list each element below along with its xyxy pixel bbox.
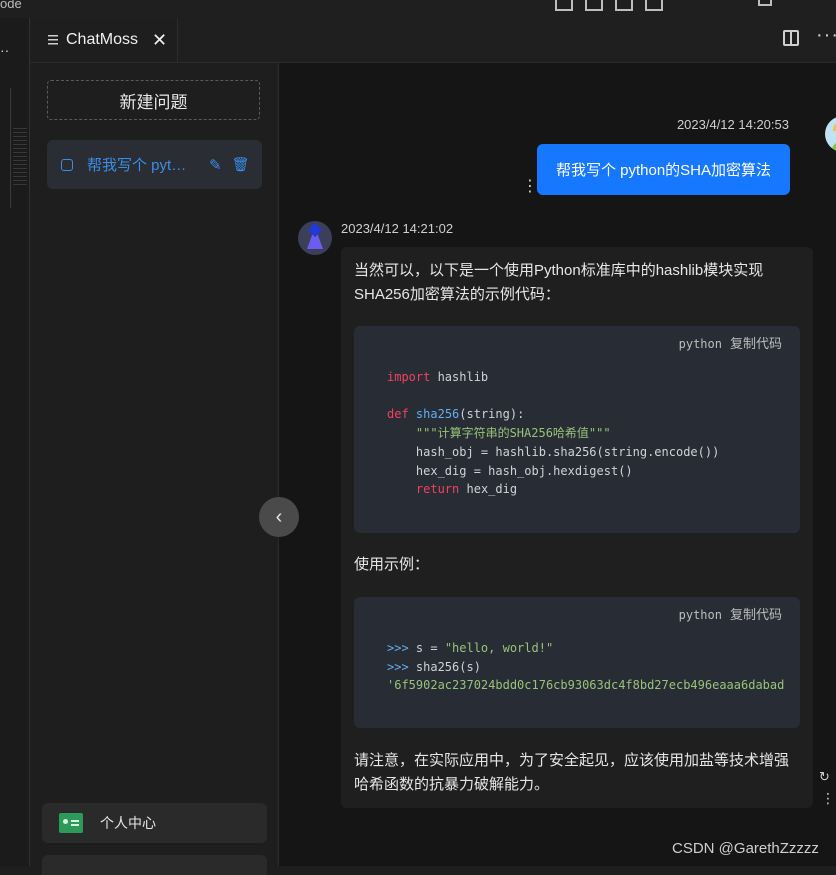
copy-code-button[interactable]: 复制代码 (730, 607, 782, 622)
chat-panel: 2023/4/12 14:20:53 帮我写个 python的SHA加密算法 ⋮… (279, 63, 836, 866)
close-icon[interactable]: ✕ (152, 31, 167, 49)
bot-intro-text: 当然可以，以下是一个使用Python标准库中的hashlib模块实现SHA256… (354, 262, 764, 303)
conversation-item[interactable]: 帮我写个 python的SHA加密算法 ✎ 🗑 (47, 140, 262, 189)
code-language: python (678, 337, 722, 351)
copy-code-button[interactable]: 复制代码 (730, 336, 782, 351)
code-content: >>> s = "hello, world!" >>> sha256(s) '6… (387, 641, 785, 693)
more-actions-icon[interactable]: ·· (0, 42, 9, 58)
editor-strip: ·· (0, 18, 30, 866)
usage-label: 使用示例： (354, 556, 430, 573)
profile-button[interactable]: 个人中心 (42, 803, 267, 843)
bot-note-text: 请注意，在实际应用中，为了安全起见，应该使用加盐等技术增强哈希函数的抗暴力破解能… (354, 752, 790, 793)
message-more-icon[interactable]: ⋮ (522, 179, 538, 195)
tab-title: ChatMoss (66, 31, 139, 48)
chat-icon (61, 158, 73, 171)
toggle-secondary-sidebar-icon[interactable] (615, 0, 633, 11)
example-code-block: python 复制代码 >>> s = "hello, world!" >>> s… (354, 597, 800, 728)
code-content: import hashlib def sha256(string): """计算… (387, 370, 720, 497)
id-card-icon (59, 813, 83, 833)
restore-window-icon[interactable] (758, 0, 772, 6)
new-question-button[interactable]: 新建问题 (47, 80, 260, 120)
bot-avatar (298, 221, 332, 255)
toggle-panel-icon[interactable] (585, 0, 603, 11)
collapse-sidebar-button[interactable]: ‹ (259, 497, 299, 537)
more-icon[interactable]: ··· (816, 24, 836, 47)
conversation-label: 帮我写个 python的SHA加密算法 (87, 157, 193, 174)
tab-bar: ChatMoss ✕ ··· (30, 18, 836, 63)
layout-controls (555, 0, 663, 11)
bot-message-time: 2023/4/12 14:21:02 (341, 221, 454, 236)
chevron-left-icon: ‹ (275, 505, 283, 528)
window-title-fragment: ode (0, 0, 22, 11)
watermark: CSDN @GarethZzzzz (672, 840, 819, 857)
customize-layout-icon[interactable] (645, 0, 663, 11)
message-more-icon[interactable]: ⋮ (821, 791, 835, 805)
minimap[interactable] (13, 128, 27, 188)
edit-icon[interactable]: ✎ (209, 156, 222, 174)
code-block: python 复制代码 import hashlib def sha256(str… (354, 326, 800, 533)
profile-label: 个人中心 (100, 815, 156, 831)
user-message-bubble: 帮我写个 python的SHA加密算法 (537, 144, 790, 195)
title-bar: ode (0, 0, 836, 18)
user-message-time: 2023/4/12 14:20:53 (676, 117, 789, 132)
sidebar-button-partial[interactable] (42, 855, 267, 875)
user-avatar (825, 116, 836, 152)
tab-chatmoss[interactable]: ChatMoss ✕ (30, 18, 178, 62)
bot-message-bubble: 当然可以，以下是一个使用Python标准库中的hashlib模块实现SHA256… (341, 247, 813, 808)
preview-icon (48, 35, 58, 45)
code-language: python (678, 608, 722, 622)
toggle-sidebar-icon[interactable] (555, 0, 573, 11)
delete-icon[interactable]: 🗑 (232, 156, 250, 173)
conversation-sidebar: 新建问题 帮我写个 python的SHA加密算法 ✎ 🗑 个人中心 (30, 63, 279, 875)
code-header: python 复制代码 (679, 333, 782, 352)
split-editor-icon[interactable] (783, 30, 799, 46)
regenerate-icon[interactable]: ↻ (819, 769, 830, 785)
code-header: python 复制代码 (679, 604, 782, 623)
